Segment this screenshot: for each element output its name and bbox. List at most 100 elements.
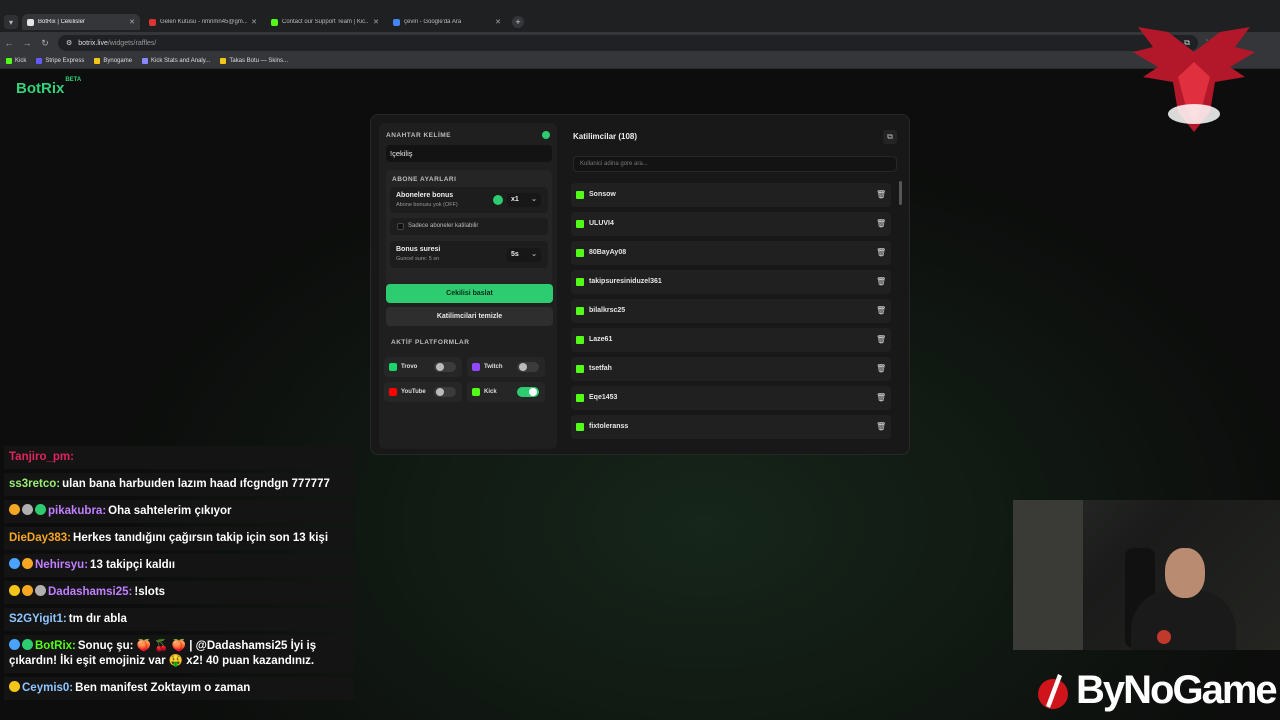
new-tab-button[interactable]: + (512, 16, 524, 28)
participants-panel: Katilimcilar (108) ⧉ Kullanici adina gor… (567, 123, 903, 449)
subscriber-bonus-title: Abonelere bonus (396, 192, 454, 199)
chat-username: Tanjiro_pm: (9, 451, 74, 463)
bookmark-favicon-icon (142, 58, 149, 64)
tab-label: çeviri - Google'da Ara (404, 19, 462, 25)
trash-icon[interactable]: 🗑 (876, 219, 886, 228)
forward-icon[interactable]: → (18, 38, 36, 48)
participant-row: tsetfah 🗑 (571, 357, 891, 381)
platform-label: Trovo (401, 364, 418, 370)
chat-badge-icon (9, 504, 20, 515)
copy-icon[interactable]: ⧉ (883, 130, 897, 144)
browser-tab[interactable]: Contact our Support Team | Kic... ✕ (266, 14, 384, 30)
browser-tab[interactable]: Gelen Kutusu - nmnmn45@gm... ✕ (144, 14, 262, 30)
chat-message: DieDay383: Herkes tanıdığını çağırsın tak… (4, 527, 354, 550)
kick-icon (576, 220, 584, 228)
chat-username: Ceymis0: (22, 682, 74, 694)
chat-text: 13 takipçi kaldıı (90, 559, 176, 571)
platform-toggle[interactable] (517, 387, 539, 397)
bookmark-favicon-icon (6, 58, 12, 64)
info-icon[interactable] (542, 131, 550, 139)
tab-label: Gelen Kutusu - nmnmn45@gm... (160, 19, 248, 25)
close-tab-icon[interactable]: ✕ (251, 18, 257, 26)
only-subscribers-row[interactable]: Sadece aboneler katilabilir (390, 218, 548, 235)
trash-icon[interactable]: 🗑 (876, 190, 886, 199)
only-subscribers-checkbox[interactable] (397, 223, 404, 230)
participant-row: takipsuresiniduzel361 🗑 (571, 270, 891, 294)
participant-name: ULUVI4 (589, 220, 614, 227)
chat-username: Dadashamsi25: (48, 586, 133, 598)
chat-text: Oha sahtelerim çıkıyor (108, 505, 232, 517)
reload-icon[interactable]: ↻ (36, 38, 54, 49)
bonus-duration-value: 5s (511, 251, 519, 258)
participant-row: ULUVI4 🗑 (571, 212, 891, 236)
trash-icon[interactable]: 🗑 (876, 422, 886, 431)
platform-toggle[interactable] (517, 362, 539, 372)
sponsor-name: ByNoGame (1076, 668, 1278, 712)
address-bar[interactable]: ⚙ botrix.live/widgets/raffles/ ☆⧉ (58, 35, 1198, 51)
toggle-knob (529, 388, 537, 396)
participant-list-scrollbar[interactable] (899, 181, 902, 205)
kick-icon (576, 365, 584, 373)
tab-search-icon[interactable]: ▾ (4, 15, 18, 29)
platform-toggle[interactable] (434, 387, 456, 397)
back-icon[interactable]: ← (0, 38, 18, 48)
participant-search-input[interactable]: Kullanici adina gore ara... (573, 156, 897, 172)
bonus-info-icon[interactable] (493, 195, 503, 205)
chat-username: BotRix: (35, 640, 76, 652)
bookmark-item[interactable]: Kick Stats and Analy... (142, 58, 210, 64)
participant-name: tsetfah (589, 365, 612, 372)
clear-participants-button[interactable]: Katilimcilari temizle (386, 307, 553, 326)
close-tab-icon[interactable]: ✕ (129, 18, 135, 26)
bookmark-favicon-icon (94, 58, 101, 64)
trash-icon[interactable]: 🗑 (876, 335, 886, 344)
tab-bar: ▾ BotRix | Cekilisler ✕ Gelen Kutusu - nmn… (0, 12, 1280, 32)
participant-name: 80BayAy08 (589, 249, 627, 256)
chat-badge-icon (9, 585, 20, 596)
browser-tab[interactable]: BotRix | Cekilisler ✕ (22, 14, 140, 30)
participants-title: Katilimcilar (108) (573, 132, 638, 141)
bookmark-item[interactable]: Takas Botu — Skins... (220, 58, 288, 64)
trash-icon[interactable]: 🗑 (876, 364, 886, 373)
platform-youtube: YouTube (384, 382, 462, 402)
start-raffle-button[interactable]: Cekilisi baslat (386, 284, 553, 303)
participant-name: bilalkrsc25 (589, 307, 626, 314)
chat-message: Ceymis0: Ben manifest Zoktayım o zaman (4, 677, 354, 700)
close-tab-icon[interactable]: ✕ (373, 18, 379, 26)
bonus-multiplier-select[interactable]: x1 ⌄ (507, 193, 541, 207)
bookmark-item[interactable]: Bynogame (94, 58, 132, 64)
trovo-icon (389, 363, 397, 371)
chat-text: Ben manifest Zoktayım o zaman (75, 682, 251, 694)
site-info-icon[interactable]: ⚙ (66, 39, 72, 47)
streamer-body (1131, 590, 1236, 650)
chat-badge-icon (22, 585, 33, 596)
chat-username: ss3retco: (9, 478, 61, 490)
trash-icon[interactable]: 🗑 (876, 277, 886, 286)
trash-icon[interactable]: 🗑 (876, 248, 886, 257)
bookmark-favicon-icon (36, 58, 43, 64)
participant-name: Eqe1453 (589, 394, 618, 401)
kick-icon (576, 249, 584, 257)
bookmark-item[interactable]: Kick (6, 58, 26, 64)
turkish-flag-patch (1157, 630, 1171, 644)
trash-icon[interactable]: 🗑 (876, 393, 886, 402)
chat-username: Nehirsyu: (35, 559, 89, 571)
bookmark-label: Stripe Express (45, 58, 85, 64)
bookmark-item[interactable]: Stripe Express (36, 58, 84, 64)
chat-badge-icon (9, 681, 20, 692)
trash-icon[interactable]: 🗑 (876, 306, 886, 315)
bookmarks-bar: Kick Stripe Express Bynogame Kick Stats and… (0, 54, 1280, 69)
bonus-duration-select[interactable]: 5s ⌄ (507, 248, 541, 262)
kick-icon (472, 388, 480, 396)
chat-text: Herkes tanıdığını çağırsın takip için so… (73, 532, 329, 544)
chat-text: tm dır abla (68, 613, 127, 625)
botrix-logo[interactable]: BotRixBETA (16, 77, 81, 97)
stream-chat-overlay: Tanjiro_pm: ss3retco: ulan bana harbuıden … (4, 446, 354, 704)
tab-label: BotRix | Cekilisler (38, 19, 85, 25)
browser-tab[interactable]: çeviri - Google'da Ara ✕ (388, 14, 506, 30)
platform-toggle[interactable] (434, 362, 456, 372)
chat-message: Dadashamsi25: !slots (4, 581, 354, 604)
keyword-input[interactable]: !çekiliş (386, 145, 552, 162)
close-tab-icon[interactable]: ✕ (495, 18, 501, 26)
keyword-title: ANAHTAR KELİME (386, 132, 452, 139)
chat-message: Tanjiro_pm: (4, 446, 354, 469)
